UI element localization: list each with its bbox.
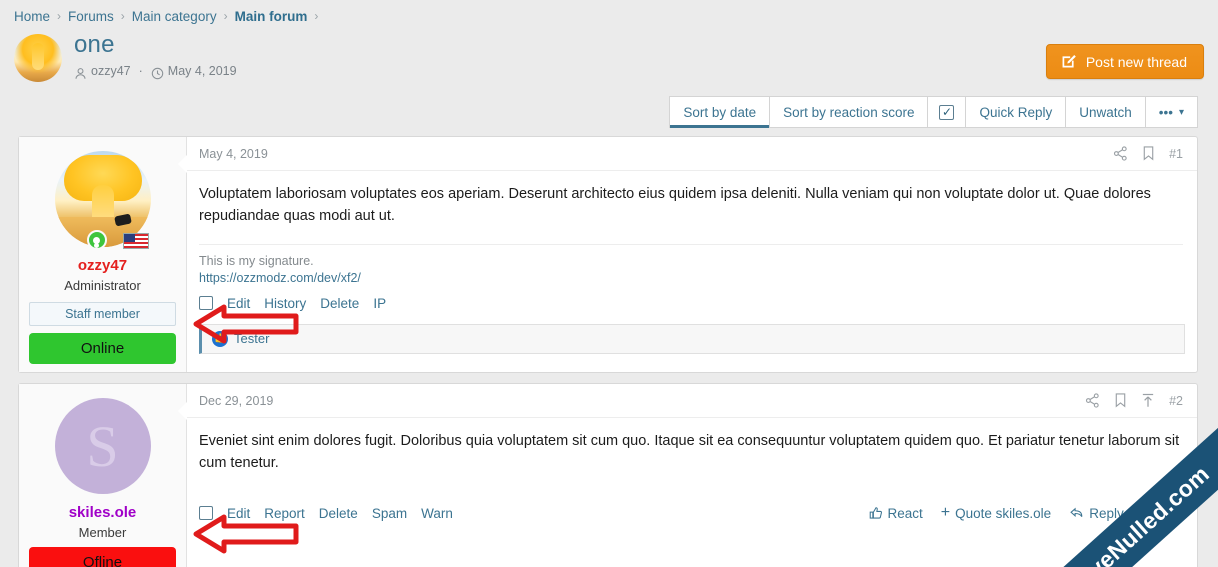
jump-to-top-icon[interactable] (1141, 393, 1155, 408)
breadcrumb-item-home[interactable]: Home (14, 9, 50, 24)
post-2-date[interactable]: Dec 29, 2019 (199, 394, 273, 408)
post-list: ozzy47 Administrator Staff member Online… (18, 136, 1198, 567)
post-2-status-badge: Ofline (29, 547, 176, 567)
post-2-header: Dec 29, 2019 #2 (187, 384, 1197, 418)
thread-title-block: one ozzy47 · May 4, 2019 (74, 31, 237, 80)
breadcrumb-separator: › (57, 9, 62, 23)
post-1-header: May 4, 2019 #1 (187, 137, 1197, 171)
compose-icon (1060, 53, 1077, 70)
ellipsis-icon: ••• (1158, 104, 1173, 120)
staff-member-badge: Staff member (29, 302, 176, 326)
user-icon (74, 67, 87, 80)
post-2-main: Dec 29, 2019 #2 Eveniet sint enim dolore… (177, 384, 1197, 567)
post-2-number[interactable]: #2 (1169, 394, 1183, 408)
breadcrumb: Home › Forums › Main category › Main for… (0, 0, 1218, 26)
breadcrumb-separator: › (120, 9, 125, 23)
post-1-delete-link[interactable]: Delete (320, 296, 359, 311)
react-label: React (887, 505, 923, 521)
post-1-header-actions: #1 (1113, 146, 1183, 161)
thread-toolbar: Sort by date Sort by reaction score ✓ Qu… (0, 96, 1218, 132)
post-new-thread-label: Post new thread (1085, 53, 1187, 70)
post-1-signature: This is my signature. https://ozzmodz.co… (199, 243, 1183, 285)
tab-sort-by-reaction-score-label: Sort by reaction score (783, 104, 915, 120)
post-2-actions: Edit Report Delete Spam Warn React + Quo… (187, 494, 1197, 532)
post-1-reaction-bar[interactable]: 👍 Tester (199, 323, 1185, 354)
post-2-user-block: S skiles.ole Member Ofline (19, 384, 187, 567)
quick-reply-button[interactable]: Quick Reply (966, 96, 1067, 128)
chevron-down-icon: ▾ (1178, 106, 1184, 118)
breadcrumb-separator: › (314, 9, 319, 23)
page-title: one (74, 31, 115, 58)
post-2-edit-link[interactable]: Edit (227, 506, 250, 521)
thread-date: May 4, 2019 (167, 64, 237, 79)
post-1-signature-text: This is my signature. (199, 253, 314, 268)
post-1-select-checkbox[interactable] (199, 296, 213, 310)
post-2-warn-link[interactable]: Warn (421, 506, 453, 521)
post-2-report-link[interactable]: Report (264, 506, 305, 521)
post-1-username[interactable]: ozzy47 (78, 257, 127, 274)
post-1-date[interactable]: May 4, 2019 (199, 147, 268, 161)
online-indicator-icon (86, 230, 107, 250)
post-1-history-link[interactable]: History (264, 296, 306, 311)
tab-sort-by-reaction-score[interactable]: Sort by reaction score (770, 96, 929, 128)
breadcrumb-separator: › (223, 9, 228, 23)
post-1-main: May 4, 2019 #1 Voluptatem laboriosam vol… (177, 137, 1197, 372)
tab-sort-by-date[interactable]: Sort by date (669, 96, 771, 128)
share-icon[interactable] (1085, 393, 1100, 408)
bookmark-icon[interactable] (1114, 393, 1127, 408)
select-all-button[interactable]: ✓ (928, 96, 967, 128)
meta-separator: · (138, 64, 143, 79)
avatar[interactable]: S (54, 398, 151, 494)
post-2-header-actions: #2 (1085, 393, 1183, 408)
post-new-thread-button[interactable]: Post new thread (1045, 44, 1204, 79)
post-1-reaction-label[interactable]: Tester (234, 331, 269, 346)
mushroom-cloud-avatar[interactable] (14, 34, 62, 82)
tab-sort-by-date-label: Sort by date (683, 104, 757, 120)
thumbs-up-icon (869, 506, 883, 520)
post-1-user-title: Administrator (64, 278, 141, 293)
post-1-actions: Edit History Delete IP (187, 285, 1197, 322)
post-1-user-block: ozzy47 Administrator Staff member Online (19, 137, 187, 372)
quote-button[interactable]: + Quote skiles.ole (941, 505, 1051, 521)
post-1-signature-link[interactable]: https://ozzmodz.com/dev/xf2/ (199, 271, 361, 285)
react-button[interactable]: React (869, 506, 923, 521)
breadcrumb-item-forums[interactable]: Forums (68, 9, 114, 24)
thumbs-up-icon: 👍 (212, 330, 228, 347)
clock-icon (151, 67, 164, 80)
thread-meta: ozzy47 · May 4, 2019 (74, 64, 237, 80)
post-1-number[interactable]: #1 (1169, 147, 1183, 161)
more-options-button[interactable]: ••• ▾ (1145, 96, 1198, 128)
avatar[interactable] (54, 151, 151, 250)
post-2-body: Eveniet sint enim dolores fugit. Dolorib… (199, 433, 1180, 471)
unwatch-label: Unwatch (1079, 104, 1132, 120)
reply-icon (1069, 506, 1084, 520)
post-2: S skiles.ole Member Ofline Dec 29, 2019 (18, 383, 1198, 567)
bookmark-icon[interactable] (1142, 146, 1155, 161)
thread-author[interactable]: ozzy47 (91, 64, 131, 78)
breadcrumb-item-main-forum[interactable]: Main forum (235, 9, 308, 24)
post-1-status-badge: Online (29, 333, 176, 364)
post-2-select-checkbox[interactable] (199, 506, 213, 520)
quote-label: Quote skiles.ole (955, 505, 1052, 521)
thread-header: one ozzy47 · May 4, 2019 Post new thread (0, 26, 1218, 88)
post-1-edit-link[interactable]: Edit (227, 296, 250, 311)
post-1: ozzy47 Administrator Staff member Online… (18, 136, 1198, 373)
us-flag-icon (122, 233, 149, 249)
toolbar-group: Sort by date Sort by reaction score ✓ Qu… (669, 96, 1198, 132)
plus-icon: + (940, 504, 951, 521)
checkbox-checked-icon: ✓ (939, 104, 955, 120)
quick-reply-label: Quick Reply (979, 104, 1053, 120)
post-1-ip-link[interactable]: IP (373, 296, 386, 311)
breadcrumb-item-main-category[interactable]: Main category (132, 9, 217, 24)
unwatch-button[interactable]: Unwatch (1066, 96, 1146, 128)
post-2-delete-link[interactable]: Delete (319, 506, 358, 521)
post-2-username[interactable]: skiles.ole (69, 504, 137, 521)
post-2-spam-link[interactable]: Spam (372, 506, 407, 521)
post-1-body: Voluptatem laboriosam voluptates eos ape… (199, 186, 1151, 224)
post-2-user-title: Member (78, 525, 127, 540)
share-icon[interactable] (1113, 146, 1128, 161)
forum-thread-page: Home › Forums › Main category › Main for… (0, 0, 1218, 567)
